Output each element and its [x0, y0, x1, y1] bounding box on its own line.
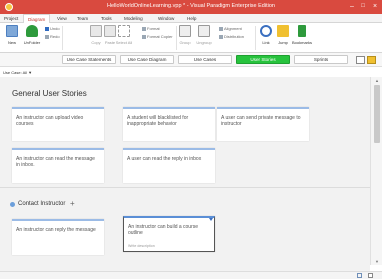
story-card-selected[interactable]: An instructor can build a course outline…: [123, 216, 215, 252]
alignment-button[interactable]: Alignment: [219, 26, 242, 31]
ungroup-label: Ungroup: [196, 40, 212, 45]
alignment-icon: [219, 26, 223, 31]
distribution-button[interactable]: Distribution: [219, 34, 244, 39]
new-diagram-icon: [6, 25, 18, 37]
format-label: Format: [147, 26, 160, 31]
unfolder-label: UnFolder: [23, 40, 41, 45]
menu-help[interactable]: Help: [187, 16, 196, 21]
undo-label: Undo: [50, 26, 60, 31]
select-all-button[interactable]: Select All: [114, 25, 134, 45]
menu-modeling[interactable]: Modeling: [124, 16, 143, 21]
vertical-scrollbar[interactable]: ▲ ▼: [370, 77, 382, 265]
tab-use-case-statements[interactable]: Use Case Statements: [62, 55, 116, 64]
undo-button[interactable]: Undo: [45, 26, 60, 31]
story-card[interactable]: A user can send private message to instr…: [217, 107, 309, 141]
corner-marker-icon: [209, 218, 213, 221]
format-copier-icon: [142, 34, 146, 39]
chevron-down-icon: ▼: [28, 70, 33, 75]
group-icon: [179, 25, 191, 37]
unfolder-button[interactable]: UnFolder: [22, 25, 42, 45]
document-icon[interactable]: [368, 273, 373, 278]
select-label: Select All: [115, 40, 133, 45]
select-icon: [118, 25, 130, 37]
story-text: An instructor can upload video courses: [16, 115, 84, 127]
status-bar: [0, 271, 382, 279]
group-button[interactable]: Group: [175, 25, 195, 45]
story-card[interactable]: An instructor can upload video courses: [12, 107, 104, 141]
story-text: A user can send private message to instr…: [221, 115, 301, 127]
story-text: An instructor can read the message in in…: [16, 156, 95, 168]
redo-icon: [45, 34, 49, 39]
distribution-label: Distribution: [224, 34, 245, 39]
mail-icon[interactable]: [357, 273, 362, 278]
ungroup-button[interactable]: Ungroup: [194, 25, 214, 45]
document-tabs-bar: Use Case Statements Use Case Diagram Use…: [0, 53, 382, 67]
unfolder-icon: [26, 25, 38, 37]
story-card[interactable]: A user can read the reply in inbox: [123, 148, 215, 183]
ribbon-toolbar: New UnFolder Undo Redo Copy Paste Select…: [0, 23, 382, 53]
tab-sprints[interactable]: Sprints: [294, 55, 348, 64]
notes-icon[interactable]: [367, 56, 376, 64]
menu-team[interactable]: Team: [77, 16, 88, 21]
story-card[interactable]: An instructor can reply the message: [12, 219, 104, 255]
ungroup-icon: [198, 25, 210, 37]
story-text: A user can read the reply in inbox: [127, 156, 202, 162]
tab-user-stories[interactable]: User Stories: [236, 55, 290, 64]
title-bar: HelloWorldOnlineLearning.vpp * - Visual …: [0, 0, 382, 14]
story-text: An instructor can reply the message: [16, 227, 96, 233]
add-story-button[interactable]: +: [70, 199, 75, 208]
section-title-general: General User Stories: [12, 89, 87, 98]
tab-use-case-diagram[interactable]: Use Case Diagram: [120, 55, 174, 64]
bookmarks-button[interactable]: Bookmarks: [292, 25, 312, 45]
group-label: Group: [179, 40, 191, 45]
jump-button[interactable]: Jump: [273, 25, 293, 45]
jump-label: Jump: [278, 40, 288, 45]
menu-tools[interactable]: Tools: [101, 16, 112, 21]
filter-value: All: [22, 70, 28, 75]
use-case-filter[interactable]: Use Case: All ▼: [3, 70, 32, 75]
story-card[interactable]: A student will blacklisted for inappropr…: [123, 107, 215, 141]
undo-icon: [45, 26, 49, 31]
filter-label: Use Case:: [3, 70, 22, 75]
redo-label: Redo: [50, 34, 60, 39]
redo-button[interactable]: Redo: [45, 34, 60, 39]
story-text: An instructor can build a course outline: [128, 224, 199, 236]
jump-icon: [277, 25, 289, 37]
scroll-down-icon[interactable]: ▼: [371, 259, 382, 264]
ribbon-separator: [62, 26, 63, 50]
menu-bar: Project Diagram View Team Tools Modeling…: [0, 14, 382, 24]
use-case-icon: [10, 202, 15, 207]
scroll-up-icon[interactable]: ▲: [371, 78, 382, 83]
new-button[interactable]: New: [2, 25, 22, 45]
close-button[interactable]: ×: [368, 1, 382, 12]
section-divider: [0, 187, 370, 188]
menu-project[interactable]: Project: [4, 16, 18, 21]
new-label: New: [7, 40, 16, 45]
menu-window[interactable]: Window: [158, 16, 174, 21]
description-placeholder[interactable]: Write description: [128, 244, 155, 248]
bookmarks-label: Bookmarks: [292, 40, 313, 45]
format-icon: [142, 26, 146, 31]
story-text: A student will blacklisted for inappropr…: [127, 115, 189, 127]
section-title-contact: Contact Instructor: [18, 201, 66, 207]
story-card[interactable]: An instructor can read the message in in…: [12, 148, 104, 183]
alignment-label: Alignment: [224, 26, 242, 31]
format-copier-label: Format Copier: [147, 34, 173, 39]
link-icon: [260, 25, 272, 37]
format-copier-button[interactable]: Format Copier: [142, 34, 173, 39]
tab-use-cases[interactable]: Use Cases: [178, 55, 232, 64]
scrollbar-thumb[interactable]: [374, 85, 380, 143]
bookmark-icon: [298, 25, 306, 37]
grid-view-icon[interactable]: [356, 56, 365, 64]
window-title: HelloWorldOnlineLearning.vpp * - Visual …: [107, 3, 275, 9]
user-stories-canvas: General User Stories An instructor can u…: [0, 77, 370, 271]
distribution-icon: [219, 34, 223, 39]
menu-view[interactable]: View: [57, 16, 67, 21]
filter-bar: Use Case: All ▼: [0, 68, 382, 77]
format-button[interactable]: Format: [142, 26, 160, 31]
